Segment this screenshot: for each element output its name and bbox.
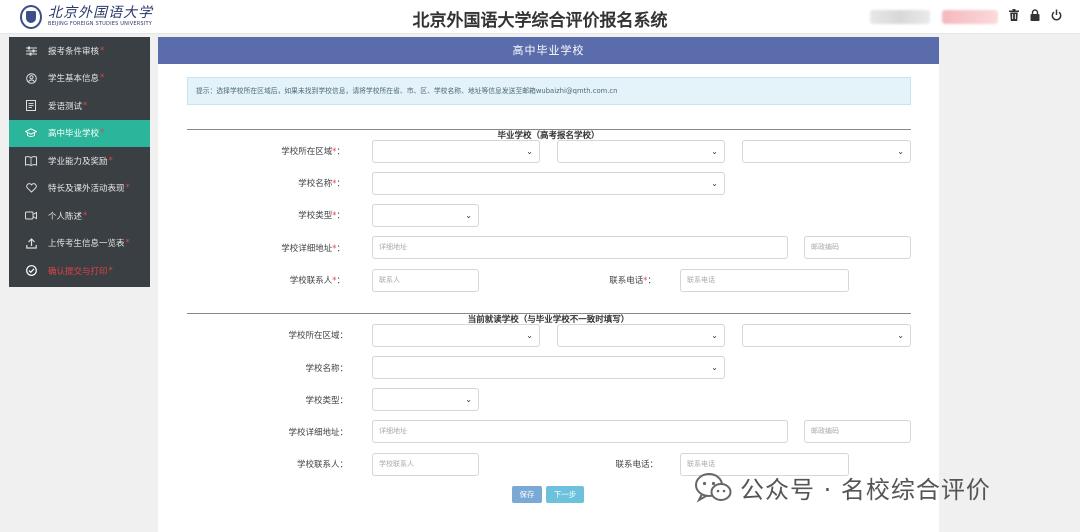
panel-title: 高中毕业学校 — [158, 37, 939, 64]
required-mark: * — [125, 183, 130, 194]
chevron-down-icon: ⌄ — [465, 211, 472, 220]
lock-icon[interactable] — [1029, 8, 1041, 22]
sidebar-item-high-school[interactable]: 高中毕业学校 * — [9, 119, 150, 147]
school-type-select[interactable]: ⌄ — [372, 204, 479, 227]
contact-phone-label: 联系电话*： — [609, 276, 656, 286]
current-postcode-input[interactable]: 邮政编码 — [804, 420, 911, 443]
sidebar-item-label: 报考条件审核 — [48, 46, 100, 57]
current-region-label: 学校所在区域： — [288, 331, 348, 341]
chevron-down-icon: ⌄ — [526, 331, 533, 340]
next-step-button[interactable]: 下一步 — [546, 486, 584, 503]
graduation-cap-icon — [25, 127, 37, 139]
school-address-label: 学校详细地址*： — [281, 244, 345, 254]
sidebar-item-label: 学业能力及奖励 — [48, 156, 108, 167]
current-school-type-select[interactable]: ⌄ — [372, 388, 479, 411]
required-mark: * — [83, 210, 88, 221]
required-mark: * — [125, 238, 130, 249]
wechat-watermark: 公众号 · 名校综合评价 — [694, 470, 991, 505]
header-actions — [1008, 8, 1062, 22]
chevron-down-icon: ⌄ — [711, 363, 718, 372]
video-icon — [25, 210, 37, 222]
chevron-down-icon: ⌄ — [897, 147, 904, 156]
save-button[interactable]: 保存 — [512, 486, 542, 503]
sliders-icon — [25, 45, 37, 57]
hint-message: 提示：选择学校所在区域后，如果未找到学校信息，请将学校所在省、市、区、学校名称、… — [187, 77, 911, 105]
required-mark: * — [100, 73, 105, 84]
school-name-label: 学校名称*： — [298, 179, 345, 189]
postcode-input[interactable]: 邮政编码 — [804, 236, 911, 259]
current-district-select[interactable]: ⌄ — [742, 324, 911, 347]
school-name-select[interactable]: ⌄ — [372, 172, 725, 195]
sidebar-item-submit-print[interactable]: 确认提交与打印 * — [9, 257, 150, 285]
current-school-name-label: 学校名称： — [305, 364, 348, 374]
sidebar-item-label: 确认提交与打印 — [48, 266, 108, 277]
watermark-text: 公众号 · 名校综合评价 — [740, 476, 991, 504]
sidebar-item-label: 高中毕业学校 — [48, 129, 100, 140]
user-id-redacted — [942, 10, 998, 24]
trash-icon[interactable] — [1008, 8, 1020, 22]
sidebar-item-personal-statement[interactable]: 个人陈述 * — [9, 202, 150, 230]
required-mark: * — [108, 265, 113, 276]
sidebar-item-label: 特长及课外活动表现 — [48, 184, 125, 195]
chevron-down-icon: ⌄ — [526, 147, 533, 156]
required-mark: * — [100, 128, 105, 139]
main-panel: 高中毕业学校 提示：选择学校所在区域后，如果未找到学校信息，请将学校所在省、市、… — [158, 37, 939, 532]
required-mark: * — [83, 100, 88, 111]
heart-icon — [25, 182, 37, 194]
current-school-address-input[interactable]: 详细地址 — [372, 420, 788, 443]
school-type-label: 学校类型*： — [298, 211, 345, 221]
school-contact-input[interactable]: 联系人 — [372, 269, 479, 292]
school-contact-label: 学校联系人*： — [289, 276, 345, 286]
top-header: 北京外国语大学 BEIJING FOREIGN STUDIES UNIVERSI… — [0, 0, 1080, 34]
required-mark: * — [100, 45, 105, 56]
current-province-select[interactable]: ⌄ — [372, 324, 540, 347]
document-icon — [25, 100, 37, 112]
required-mark: * — [108, 155, 113, 166]
school-address-input[interactable]: 详细地址 — [372, 236, 788, 259]
upload-icon — [25, 237, 37, 249]
chevron-down-icon: ⌄ — [465, 395, 472, 404]
sidebar-item-activities[interactable]: 特长及课外活动表现 * — [9, 175, 150, 203]
sidebar-item-student-info[interactable]: 学生基本信息 * — [9, 65, 150, 93]
chevron-down-icon: ⌄ — [897, 331, 904, 340]
current-contact-phone-label: 联系电话： — [615, 460, 658, 470]
check-circle-icon — [25, 265, 37, 277]
power-icon[interactable] — [1050, 8, 1062, 22]
sidebar-item-upload-info[interactable]: 上传考生信息一览表 * — [9, 230, 150, 258]
province-select[interactable]: ⌄ — [372, 140, 540, 163]
region-label: 学校所在区域*： — [281, 147, 345, 157]
sidebar-item-eligibility[interactable]: 报考条件审核 * — [9, 37, 150, 65]
district-select[interactable]: ⌄ — [742, 140, 911, 163]
current-school-type-label: 学校类型： — [305, 396, 348, 406]
city-select[interactable]: ⌄ — [557, 140, 725, 163]
chevron-down-icon: ⌄ — [711, 331, 718, 340]
contact-phone-input[interactable]: 联系电话 — [680, 269, 849, 292]
user-name-redacted — [870, 10, 930, 24]
current-school-contact-input[interactable]: 学校联系人 — [372, 453, 479, 476]
chevron-down-icon: ⌄ — [711, 179, 718, 188]
current-school-address-label: 学校详细地址： — [288, 428, 348, 438]
sidebar-item-label: 上传考生信息一览表 — [48, 239, 125, 250]
book-icon — [25, 155, 37, 167]
sidebar-item-language-test[interactable]: 爱语测试 * — [9, 92, 150, 120]
current-school-name-select[interactable]: ⌄ — [372, 356, 725, 379]
sidebar-nav: 报考条件审核 * 学生基本信息 * 爱语测试 * 高中毕业学校 * 学业能力及奖励 * 特… — [9, 37, 150, 287]
user-circle-icon — [25, 72, 37, 84]
chevron-down-icon: ⌄ — [711, 147, 718, 156]
sidebar-item-label: 学生基本信息 — [48, 74, 100, 85]
current-city-select[interactable]: ⌄ — [557, 324, 725, 347]
wechat-icon — [694, 471, 732, 505]
sidebar-item-academic-awards[interactable]: 学业能力及奖励 * — [9, 147, 150, 175]
sidebar-item-label: 爱语测试 — [48, 101, 83, 112]
current-school-contact-label: 学校联系人： — [296, 460, 348, 470]
sidebar-item-label: 个人陈述 — [48, 211, 83, 222]
